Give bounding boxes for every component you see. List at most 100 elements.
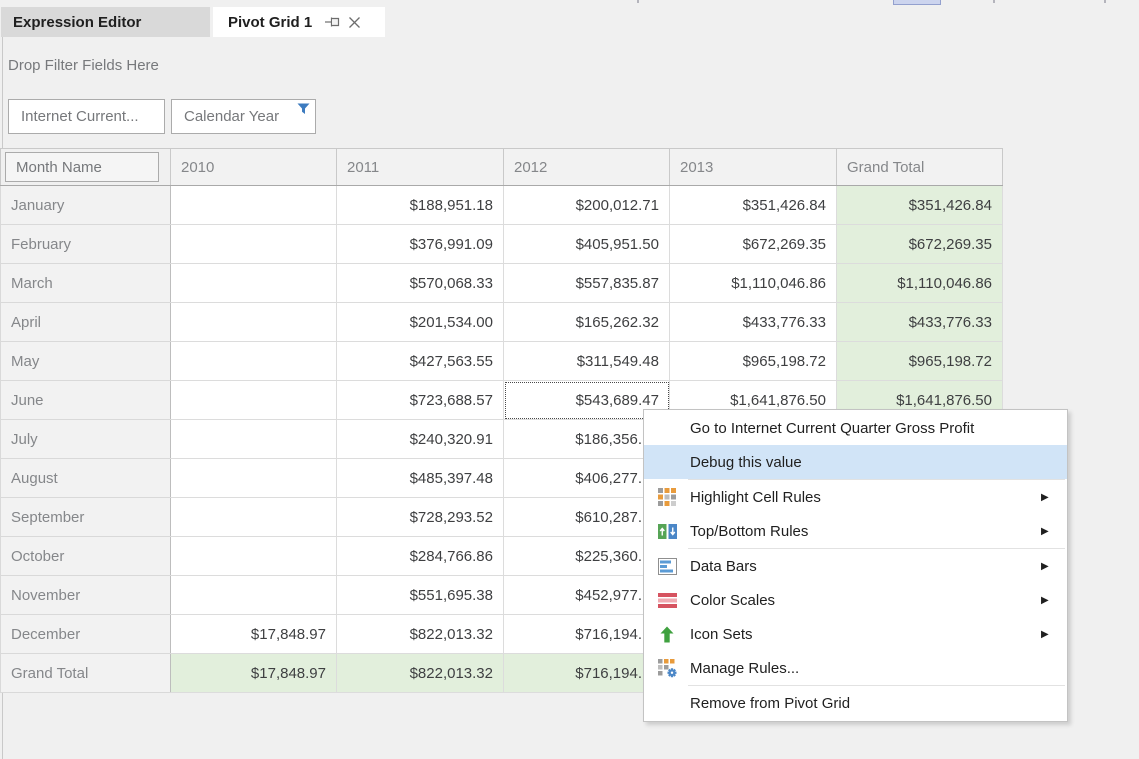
field-button-internet-current[interactable]: Internet Current... <box>8 99 165 134</box>
pivot-cell[interactable] <box>171 576 337 615</box>
tab-expression-editor[interactable]: Expression Editor <box>1 7 210 37</box>
column-header-grand-total[interactable]: Grand Total <box>837 149 1003 186</box>
toolbar-tick <box>993 0 995 3</box>
pivot-cell[interactable]: $284,766.86 <box>337 537 504 576</box>
pivot-cell[interactable]: $485,397.48 <box>337 459 504 498</box>
color-scales-icon <box>644 593 690 608</box>
pivot-cell[interactable]: $557,835.87 <box>504 264 670 303</box>
pivot-header-row: Month Name 2010201120122013Grand Total <box>1 149 1003 186</box>
menu-item-label: Highlight Cell Rules <box>690 489 1041 506</box>
row-header-november[interactable]: November <box>1 576 171 615</box>
pivot-cell[interactable]: $822,013.32 <box>337 615 504 654</box>
row-header-july[interactable]: July <box>1 420 171 459</box>
row-header-december[interactable]: December <box>1 615 171 654</box>
context-menu: Go to Internet Current Quarter Gross Pro… <box>643 409 1068 722</box>
menu-item-icon-sets[interactable]: Icon Sets▶ <box>644 617 1067 651</box>
pivot-cell[interactable] <box>171 303 337 342</box>
pin-icon[interactable] <box>324 14 341 30</box>
pivot-cell[interactable]: $551,695.38 <box>337 576 504 615</box>
pivot-cell[interactable]: $165,262.32 <box>504 303 670 342</box>
menu-item-debug-this-value[interactable]: Debug this value <box>644 445 1067 479</box>
row-header-grand-total[interactable]: Grand Total <box>1 654 171 693</box>
tab-pivot-grid-1[interactable]: Pivot Grid 1 <box>213 7 385 37</box>
submenu-arrow-icon: ▶ <box>1041 526 1067 537</box>
pivot-cell[interactable]: $822,013.32 <box>337 654 504 693</box>
manage-rules-icon <box>644 659 690 678</box>
row-header-may[interactable]: May <box>1 342 171 381</box>
row-header-september[interactable]: September <box>1 498 171 537</box>
partial-toolbar-element <box>893 0 941 5</box>
filter-fields-area: Internet Current... Calendar Year <box>8 99 316 134</box>
pivot-cell[interactable]: $201,534.00 <box>337 303 504 342</box>
pivot-cell[interactable]: $427,563.55 <box>337 342 504 381</box>
column-header-2013[interactable]: 2013 <box>670 149 837 186</box>
pivot-cell[interactable]: $351,426.84 <box>837 186 1003 225</box>
menu-item-label: Remove from Pivot Grid <box>690 695 1041 712</box>
row-header-august[interactable]: August <box>1 459 171 498</box>
pivot-cell[interactable] <box>171 459 337 498</box>
tab-bar: Expression Editor Pivot Grid 1 <box>1 7 385 37</box>
pivot-cell[interactable]: $17,848.97 <box>171 615 337 654</box>
pivot-cell[interactable]: $433,776.33 <box>670 303 837 342</box>
pivot-cell[interactable]: $240,320.91 <box>337 420 504 459</box>
data-bars-icon <box>644 558 690 575</box>
pivot-cell[interactable]: $351,426.84 <box>670 186 837 225</box>
row-header-march[interactable]: March <box>1 264 171 303</box>
pivot-cell[interactable]: $311,549.48 <box>504 342 670 381</box>
pivot-cell[interactable]: $672,269.35 <box>837 225 1003 264</box>
pivot-cell[interactable] <box>171 342 337 381</box>
submenu-arrow-icon: ▶ <box>1041 492 1067 503</box>
pivot-cell[interactable]: $433,776.33 <box>837 303 1003 342</box>
menu-item-manage-rules[interactable]: Manage Rules... <box>644 651 1067 685</box>
table-row: February$376,991.09$405,951.50$672,269.3… <box>1 225 1003 264</box>
menu-item-color-scales[interactable]: Color Scales▶ <box>644 583 1067 617</box>
menu-item-go-to-internet-current-quarter-gross-profit[interactable]: Go to Internet Current Quarter Gross Pro… <box>644 411 1067 445</box>
filter-funnel-icon[interactable] <box>297 103 310 115</box>
pivot-cell[interactable]: $723,688.57 <box>337 381 504 420</box>
column-header-2010[interactable]: 2010 <box>171 149 337 186</box>
row-header-june[interactable]: June <box>1 381 171 420</box>
pivot-cell[interactable]: $376,991.09 <box>337 225 504 264</box>
icon-sets-icon <box>644 626 690 643</box>
pivot-cell[interactable] <box>171 420 337 459</box>
pivot-cell[interactable]: $200,012.71 <box>504 186 670 225</box>
pivot-cell[interactable] <box>171 381 337 420</box>
field-button-calendar-year[interactable]: Calendar Year <box>171 99 316 134</box>
filter-drop-zone: Drop Filter Fields Here <box>8 57 159 74</box>
pivot-cell[interactable]: $188,951.18 <box>337 186 504 225</box>
month-name-field-button[interactable]: Month Name <box>5 152 159 182</box>
column-header-2012[interactable]: 2012 <box>504 149 670 186</box>
submenu-arrow-icon: ▶ <box>1041 629 1067 640</box>
pivot-cell[interactable] <box>171 537 337 576</box>
column-header-2011[interactable]: 2011 <box>337 149 504 186</box>
pivot-cell[interactable]: $1,110,046.86 <box>670 264 837 303</box>
row-header-april[interactable]: April <box>1 303 171 342</box>
pivot-cell[interactable]: $965,198.72 <box>670 342 837 381</box>
close-icon[interactable] <box>347 15 362 30</box>
pivot-cell[interactable]: $405,951.50 <box>504 225 670 264</box>
pivot-cell[interactable]: $965,198.72 <box>837 342 1003 381</box>
pivot-cell[interactable]: $17,848.97 <box>171 654 337 693</box>
pivot-cell[interactable] <box>171 264 337 303</box>
menu-item-remove-from-pivot-grid[interactable]: Remove from Pivot Grid <box>644 686 1067 720</box>
row-header-february[interactable]: February <box>1 225 171 264</box>
menu-item-top-bottom-rules[interactable]: Top/Bottom Rules▶ <box>644 514 1067 548</box>
menu-item-highlight-cell-rules[interactable]: Highlight Cell Rules▶ <box>644 480 1067 514</box>
menu-item-label: Icon Sets <box>690 626 1041 643</box>
pivot-cell[interactable]: $1,110,046.86 <box>837 264 1003 303</box>
menu-item-label: Manage Rules... <box>690 660 1041 677</box>
pivot-cell[interactable] <box>171 186 337 225</box>
row-header-january[interactable]: January <box>1 186 171 225</box>
pivot-cell[interactable] <box>171 498 337 537</box>
pivot-cell[interactable]: $728,293.52 <box>337 498 504 537</box>
pivot-cell[interactable] <box>171 225 337 264</box>
pivot-corner-cell: Month Name <box>1 149 171 186</box>
table-row: January$188,951.18$200,012.71$351,426.84… <box>1 186 1003 225</box>
menu-item-label: Debug this value <box>690 454 1041 471</box>
menu-item-data-bars[interactable]: Data Bars▶ <box>644 549 1067 583</box>
row-header-october[interactable]: October <box>1 537 171 576</box>
table-row: April$201,534.00$165,262.32$433,776.33$4… <box>1 303 1003 342</box>
submenu-arrow-icon: ▶ <box>1041 561 1067 572</box>
pivot-cell[interactable]: $672,269.35 <box>670 225 837 264</box>
pivot-cell[interactable]: $570,068.33 <box>337 264 504 303</box>
